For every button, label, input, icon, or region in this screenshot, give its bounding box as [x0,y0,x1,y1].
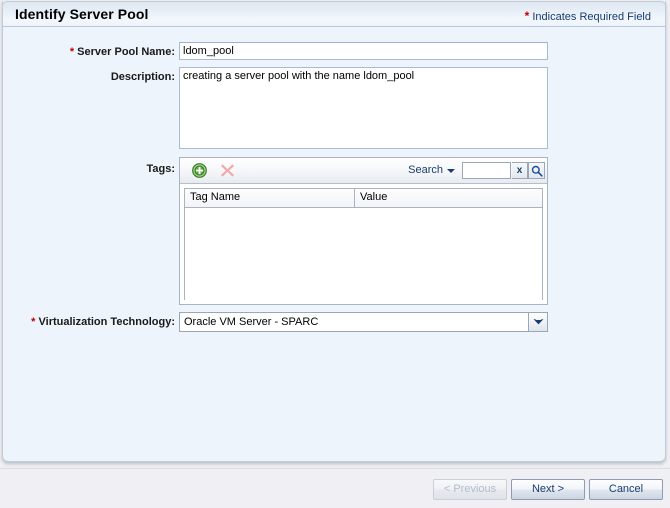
page-title: Identify Server Pool [15,6,149,22]
tags-search-input[interactable] [462,162,511,179]
virtualization-technology-select[interactable]: Oracle VM Server - SPARC [179,312,548,332]
virtualization-technology-label: * Virtualization Technology: [0,316,175,328]
tags-label: Tags: [0,163,175,175]
virtualization-technology-label-text: Virtualization Technology: [38,316,176,328]
server-pool-name-label: * Server Pool Name: [0,46,175,58]
required-field-note-text: Indicates Required Field [532,11,651,23]
magnifier-icon [531,165,543,177]
identify-server-pool-dialog: Identify Server Pool * Indicates Require… [0,0,670,508]
next-button[interactable]: Next > [511,479,585,500]
column-header-tag-name[interactable]: Tag Name [185,189,355,207]
required-field-note: * Indicates Required Field [525,9,651,23]
dialog-header: Identify Server Pool * Indicates Require… [2,1,666,27]
server-pool-name-label-text: Server Pool Name: [77,46,175,58]
tags-table-header-row: Tag Name Value [185,189,542,208]
virtualization-technology-selected-value: Oracle VM Server - SPARC [184,316,319,328]
tags-panel: Search x Tag Name Value [179,157,548,305]
tags-label-text: Tags: [146,163,175,175]
clear-x-icon: x [516,164,523,176]
search-clear-button[interactable]: x [512,162,528,179]
dialog-footer: < Previous Next > Cancel [0,468,670,508]
delete-x-icon [220,163,235,178]
search-dropdown-label[interactable]: Search [408,164,443,176]
tags-toolbar: Search x [180,158,547,184]
description-label-text: Description: [110,71,175,83]
cancel-button[interactable]: Cancel [589,479,663,500]
required-asterisk-icon: * [69,46,75,58]
description-textarea[interactable] [179,67,548,149]
required-asterisk-icon: * [31,316,36,328]
server-pool-name-input[interactable] [179,42,548,60]
chevron-down-icon[interactable] [447,169,455,173]
previous-button[interactable]: < Previous [433,479,507,500]
tags-table-body [185,208,542,300]
description-label: Description: [0,71,175,83]
chevron-down-icon[interactable] [528,313,547,331]
required-asterisk-icon: * [524,9,530,23]
search-go-button[interactable] [528,162,545,179]
column-header-value[interactable]: Value [355,189,542,207]
add-circle-icon[interactable] [192,163,207,178]
tags-table: Tag Name Value [184,188,543,300]
